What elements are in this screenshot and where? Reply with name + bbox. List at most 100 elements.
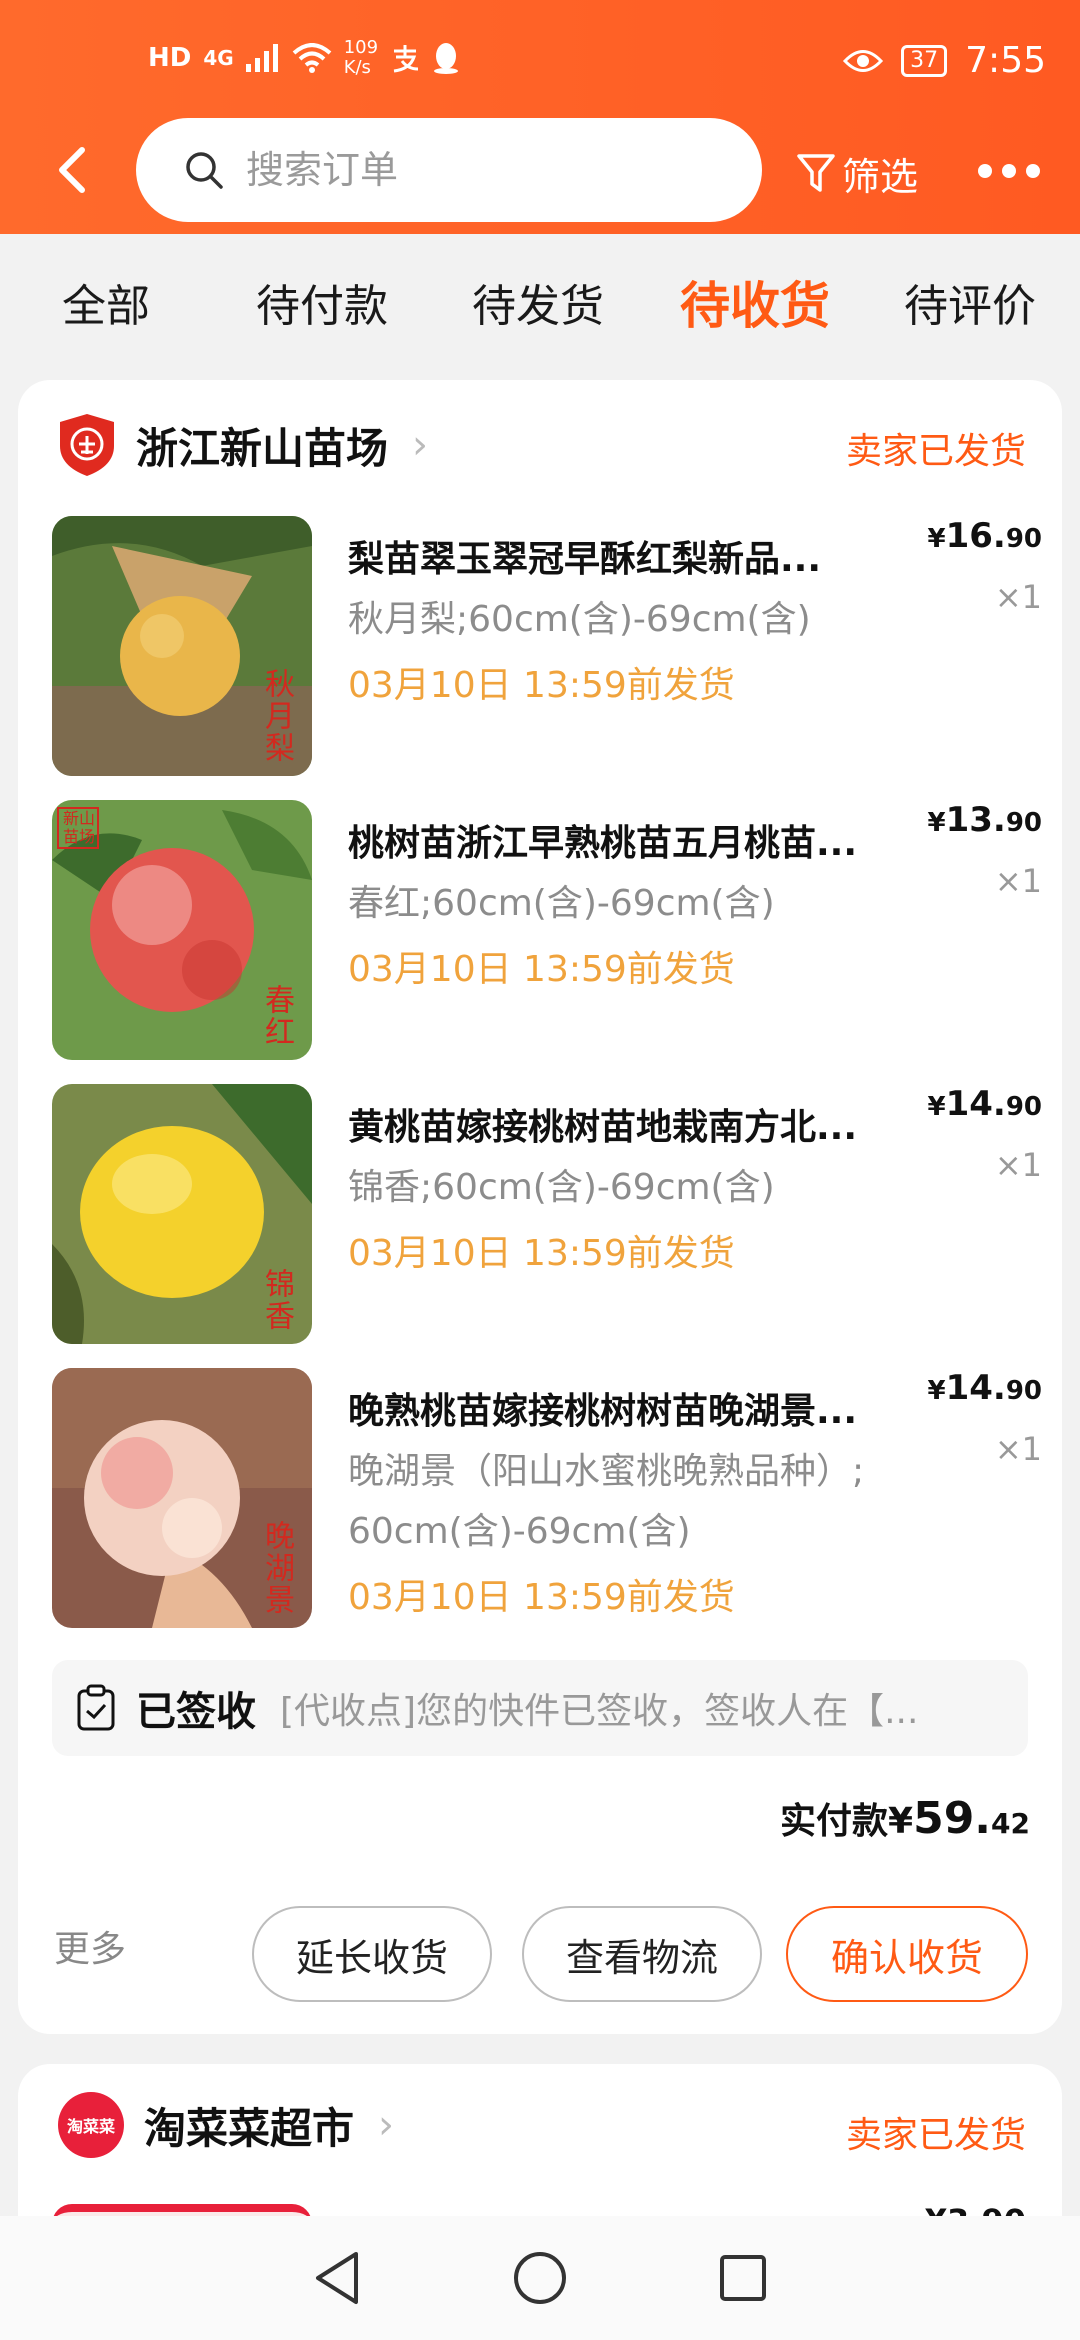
order-card[interactable]: 浙江新山苗场 › 卖家已发货 秋月梨 梨苗翠玉翠冠早酥红梨新品... 秋月梨;6… — [18, 380, 1062, 2034]
order-status: 卖家已发货 — [845, 2115, 1026, 2156]
logistics-detail: [代收点]您的快件已签收，签收人在【... — [280, 1691, 919, 1732]
product-price: ¥13.90 — [927, 800, 1042, 840]
total-int: 59. — [913, 1793, 992, 1844]
ship-deadline: 03月10日 13:59前发货 — [348, 1233, 735, 1274]
product-spec: 锦香;60cm(含)-69cm(含) — [348, 1167, 775, 1208]
order-item[interactable]: 秋月梨 梨苗翠玉翠冠早酥红梨新品... 秋月梨;60cm(含)-69cm(含) … — [52, 516, 1042, 776]
total-cents: 42 — [991, 1807, 1030, 1840]
order-status: 卖家已发货 — [845, 431, 1026, 472]
product-title: 桃树苗浙江早熟桃苗五月桃苗... — [348, 823, 858, 864]
price-yen: ¥ — [927, 1376, 946, 1406]
product-title: 晚熟桃苗嫁接桃树树苗晚湖景... — [348, 1391, 858, 1432]
eye-icon — [843, 49, 884, 72]
thumb-label: 秋月梨 — [259, 668, 294, 764]
product-spec: 秋月梨;60cm(含)-69cm(含) — [348, 599, 811, 640]
battery-indicator: 37 — [901, 44, 948, 77]
speed-unit: K/s — [343, 57, 371, 78]
signal-icon — [245, 44, 278, 72]
price-int: 16. — [945, 516, 1006, 556]
status-bar: HD 4G 109 K/s 37 7:55 — [0, 0, 1080, 120]
tab-to-pay[interactable]: 待付款 — [256, 270, 388, 334]
back-arrow-icon[interactable] — [52, 140, 92, 200]
shop-header[interactable]: 淘菜菜 淘菜菜超市 › — [58, 2090, 394, 2160]
shop-logo-text: 淘菜菜 — [66, 2117, 115, 2136]
order-item[interactable]: 晚湖景 晚熟桃苗嫁接桃树树苗晚湖景... 晚湖景（阳山水蜜桃晚熟品种）; 60c… — [52, 1368, 1042, 1628]
ship-deadline: 03月10日 13:59前发货 — [348, 1577, 735, 1618]
system-nav-bar — [0, 2216, 1080, 2340]
product-qty: ×1 — [994, 1430, 1042, 1468]
filter-icon — [797, 153, 835, 192]
price-yen: ¥ — [927, 1092, 946, 1122]
tab-all[interactable]: 全部 — [62, 270, 150, 334]
more-options-icon[interactable] — [978, 164, 1040, 178]
confirm-receipt-button[interactable]: 确认收货 — [786, 1906, 1028, 2002]
shop-name: 淘菜菜超市 — [144, 2103, 355, 2153]
product-spec: 春红;60cm(含)-69cm(含) — [348, 883, 775, 924]
product-spec: 晚湖景（阳山水蜜桃晚熟品种）; 60cm(含)-69cm(含) — [348, 1442, 948, 1562]
price-cents: 90 — [1005, 524, 1042, 554]
product-price: ¥14.90 — [927, 1368, 1042, 1408]
product-title: 梨苗翠玉翠冠早酥红梨新品... — [348, 539, 822, 580]
network-type: 4G — [203, 46, 234, 70]
product-price: ¥16.90 — [927, 516, 1042, 556]
nav-recents-icon[interactable] — [718, 2253, 768, 2303]
product-title: 黄桃苗嫁接桃树苗地栽南方北... — [348, 1107, 858, 1148]
clock: 7:55 — [965, 40, 1046, 81]
price-int: 13. — [945, 800, 1006, 840]
tab-to-receive[interactable]: 待收货 — [680, 266, 830, 338]
price-int: 14. — [945, 1084, 1006, 1124]
tab-to-review[interactable]: 待评价 — [904, 270, 1036, 334]
product-spec-line1: 晚湖景（阳山水蜜桃晚熟品种）; — [348, 1451, 865, 1492]
tab-to-ship[interactable]: 待发货 — [472, 270, 604, 334]
product-image: 新山苗场 春红 — [52, 800, 312, 1060]
product-qty: ×1 — [994, 1146, 1042, 1184]
header-bar: HD 4G 109 K/s 37 7:55 搜索订单 筛选 — [0, 0, 1080, 234]
search-icon — [186, 152, 223, 189]
product-image: 秋月梨 — [52, 516, 312, 776]
order-tabs: 全部 待付款 待发货 待收货 待评价 — [0, 234, 1080, 374]
hd-indicator: HD — [148, 43, 192, 73]
thumb-label: 锦香 — [259, 1268, 294, 1332]
total-label: 实付款 — [780, 1801, 889, 1842]
chevron-right-icon: › — [378, 2102, 395, 2148]
search-bar[interactable] — [136, 118, 762, 222]
product-image: 锦香 — [52, 1084, 312, 1344]
product-image: 晚湖景 — [52, 1368, 312, 1628]
product-price: ¥14.90 — [927, 1084, 1042, 1124]
filter-button[interactable]: 筛选 — [796, 146, 918, 201]
network-speed: 109 K/s — [344, 38, 378, 78]
more-link[interactable]: 更多 — [54, 1920, 126, 1972]
logistics-status: 已签收 — [136, 1689, 256, 1735]
product-qty: ×1 — [994, 578, 1042, 616]
order-total: 实付款¥59.42 — [780, 1792, 1030, 1844]
chevron-right-icon: › — [412, 422, 429, 468]
filter-label: 筛选 — [842, 155, 919, 199]
thumb-label: 春红 — [259, 984, 294, 1048]
price-cents: 90 — [1005, 1376, 1042, 1406]
wifi-icon — [292, 43, 332, 73]
search-input[interactable] — [246, 148, 666, 192]
view-logistics-button[interactable]: 查看物流 — [522, 1906, 762, 2002]
speed-value: 109 — [343, 37, 379, 58]
nav-home-icon[interactable] — [512, 2250, 568, 2306]
qq-icon — [434, 43, 459, 74]
logistics-summary[interactable]: 已签收 [代收点]您的快件已签收，签收人在【... — [52, 1660, 1028, 1756]
product-qty: ×1 — [994, 862, 1042, 900]
price-int: 14. — [945, 1368, 1006, 1408]
extend-receipt-button[interactable]: 延长收货 — [252, 1906, 492, 2002]
ship-deadline: 03月10日 13:59前发货 — [348, 665, 735, 706]
price-cents: 90 — [1005, 1092, 1042, 1122]
nav-back-icon[interactable] — [312, 2250, 362, 2306]
order-item[interactable]: 新山苗场 春红 桃树苗浙江早熟桃苗五月桃苗... 春红;60cm(含)-69cm… — [52, 800, 1042, 1060]
total-yen: ¥ — [888, 1801, 914, 1842]
shop-name: 浙江新山苗场 — [136, 423, 389, 473]
order-item[interactable]: 锦香 黄桃苗嫁接桃树苗地栽南方北... 锦香;60cm(含)-69cm(含) 0… — [52, 1084, 1042, 1344]
price-cents: 90 — [1005, 808, 1042, 838]
clipboard-check-icon — [77, 1684, 115, 1731]
taocaicai-logo-icon: 淘菜菜 — [58, 2092, 124, 2158]
price-yen: ¥ — [927, 808, 946, 838]
thumb-stamp: 新山苗场 — [62, 809, 95, 846]
alipay-icon — [393, 45, 419, 73]
ship-deadline: 03月10日 13:59前发货 — [348, 949, 735, 990]
shop-header[interactable]: 浙江新山苗场 › — [58, 410, 428, 480]
